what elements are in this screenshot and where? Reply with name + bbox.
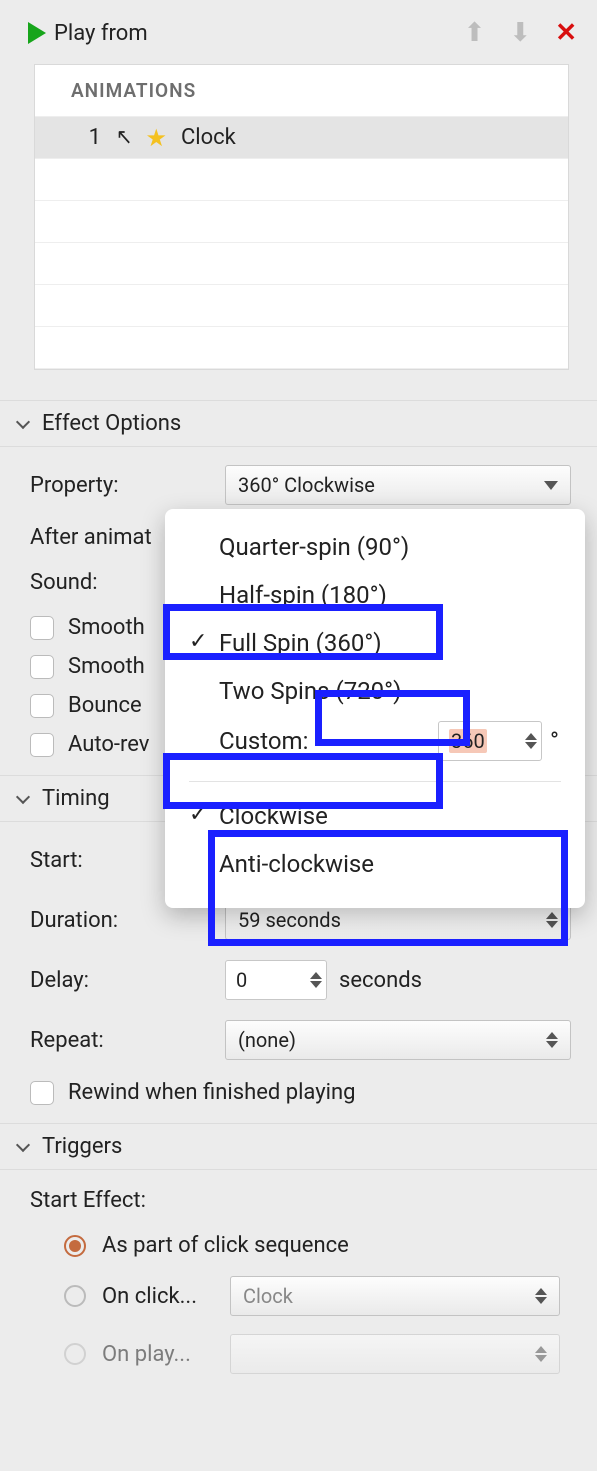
delay-input[interactable]: 0 bbox=[225, 960, 327, 1000]
auto-reverse-label: Auto-rev bbox=[68, 732, 149, 757]
chevron-down-icon bbox=[16, 789, 30, 803]
stepper-down-icon bbox=[535, 1355, 547, 1362]
checkbox-icon bbox=[30, 655, 54, 679]
menu-separator bbox=[189, 781, 561, 782]
animation-play-header: Play from ⬆ ⬇ ✕ bbox=[0, 0, 597, 58]
trigger-click-sequence-radio[interactable]: As part of click sequence bbox=[64, 1233, 571, 1258]
animations-list: ANIMATIONS 1 ↖ ★ Clock bbox=[34, 64, 569, 370]
delay-label: Delay: bbox=[30, 968, 225, 993]
repeat-value: (none) bbox=[238, 1028, 296, 1052]
checkbox-icon bbox=[30, 694, 54, 718]
start-effect-label: Start Effect: bbox=[30, 1188, 571, 1213]
move-up-icon[interactable]: ⬆ bbox=[464, 18, 486, 48]
trigger-on-click-radio[interactable]: On click... Clock bbox=[64, 1276, 571, 1316]
rewind-checkbox-row[interactable]: Rewind when finished playing bbox=[30, 1080, 571, 1105]
spin-option-quarter[interactable]: Quarter-spin (90°) bbox=[175, 523, 575, 571]
delay-unit: seconds bbox=[339, 968, 422, 993]
stepper-down-icon[interactable] bbox=[310, 981, 322, 988]
property-label: Property: bbox=[30, 473, 225, 498]
trigger-on-play-label: On play... bbox=[102, 1342, 222, 1367]
smooth-start-label: Smooth bbox=[68, 615, 145, 640]
spin-option-half[interactable]: Half-spin (180°) bbox=[175, 571, 575, 619]
animation-list-empty-row bbox=[35, 243, 568, 285]
trigger-click-sequence-label: As part of click sequence bbox=[102, 1233, 349, 1258]
stepper-up-icon bbox=[546, 912, 558, 919]
bounce-label: Bounce bbox=[68, 693, 142, 718]
chevron-down-icon bbox=[16, 1137, 30, 1151]
on-click-trigger-icon: ↖ bbox=[116, 125, 133, 150]
trigger-on-play-target-dropdown bbox=[230, 1334, 560, 1374]
delete-icon[interactable]: ✕ bbox=[555, 20, 577, 46]
stepper-down-icon bbox=[546, 1041, 558, 1048]
delay-value: 0 bbox=[236, 968, 247, 992]
spin-custom-label: Custom: bbox=[219, 727, 308, 755]
smooth-end-label: Smooth bbox=[68, 654, 145, 679]
trigger-on-play-radio: On play... bbox=[64, 1334, 571, 1374]
triggers-section-toggle[interactable]: Triggers bbox=[0, 1123, 597, 1170]
stepper-down-icon bbox=[535, 1297, 547, 1304]
animation-index: 1 bbox=[71, 125, 101, 150]
animations-list-header: ANIMATIONS bbox=[35, 65, 568, 117]
move-down-icon[interactable]: ⬇ bbox=[509, 18, 531, 48]
animation-list-empty-row bbox=[35, 285, 568, 327]
duration-value: 59 seconds bbox=[238, 908, 341, 932]
radio-icon bbox=[64, 1343, 86, 1365]
checkbox-icon bbox=[30, 1081, 54, 1105]
radio-icon bbox=[64, 1285, 86, 1307]
play-icon[interactable] bbox=[28, 22, 46, 44]
animation-list-empty-row bbox=[35, 327, 568, 369]
animation-list-empty-row bbox=[35, 201, 568, 243]
play-from-label[interactable]: Play from bbox=[54, 21, 464, 46]
degree-unit: ° bbox=[550, 727, 559, 755]
effect-options-section-toggle[interactable]: Effect Options bbox=[0, 400, 597, 447]
animation-list-item[interactable]: 1 ↖ ★ Clock bbox=[35, 117, 568, 159]
trigger-on-click-label: On click... bbox=[102, 1284, 222, 1309]
checkbox-icon bbox=[30, 616, 54, 640]
repeat-label: Repeat: bbox=[30, 1028, 225, 1053]
duration-label: Duration: bbox=[30, 908, 225, 933]
animation-name: Clock bbox=[181, 125, 236, 150]
stepper-up-icon bbox=[535, 1288, 547, 1295]
animation-list-empty-row bbox=[35, 159, 568, 201]
chevron-down-icon bbox=[16, 414, 30, 428]
property-value: 360° Clockwise bbox=[238, 473, 375, 497]
stepper-down-icon[interactable] bbox=[525, 742, 537, 749]
effect-options-title: Effect Options bbox=[42, 411, 181, 436]
trigger-on-click-target: Clock bbox=[243, 1284, 293, 1308]
property-dropdown[interactable]: 360° Clockwise bbox=[225, 465, 571, 505]
repeat-dropdown[interactable]: (none) bbox=[225, 1020, 571, 1060]
spin-option-custom-row: Custom: 360 ° bbox=[175, 715, 575, 771]
dropdown-arrow-icon bbox=[544, 481, 558, 490]
direction-option-anticlockwise[interactable]: Anti-clockwise bbox=[175, 840, 575, 888]
triggers-title: Triggers bbox=[42, 1134, 122, 1159]
property-dropdown-menu: Quarter-spin (90°) Half-spin (180°) Full… bbox=[165, 509, 585, 908]
rewind-label: Rewind when finished playing bbox=[68, 1080, 356, 1105]
radio-icon bbox=[64, 1235, 86, 1257]
spin-custom-input[interactable]: 360 bbox=[438, 721, 542, 761]
stepper-down-icon bbox=[546, 921, 558, 928]
triggers-body: Start Effect: As part of click sequence … bbox=[0, 1170, 597, 1422]
trigger-on-click-target-dropdown[interactable]: Clock bbox=[230, 1276, 560, 1316]
spin-option-full[interactable]: Full Spin (360°) bbox=[175, 619, 575, 667]
stepper-up-icon bbox=[546, 1032, 558, 1039]
stepper-up-icon bbox=[535, 1346, 547, 1353]
direction-option-clockwise[interactable]: Clockwise bbox=[175, 792, 575, 840]
stepper-up-icon[interactable] bbox=[310, 972, 322, 979]
stepper-up-icon[interactable] bbox=[525, 733, 537, 740]
emphasis-effect-icon: ★ bbox=[145, 124, 167, 152]
timing-title: Timing bbox=[42, 786, 110, 811]
checkbox-icon bbox=[30, 733, 54, 757]
effect-options-body: Property: 360° Clockwise After animat So… bbox=[0, 447, 597, 775]
spin-option-two[interactable]: Two Spins (720°) bbox=[175, 667, 575, 715]
spin-custom-value: 360 bbox=[449, 729, 487, 753]
